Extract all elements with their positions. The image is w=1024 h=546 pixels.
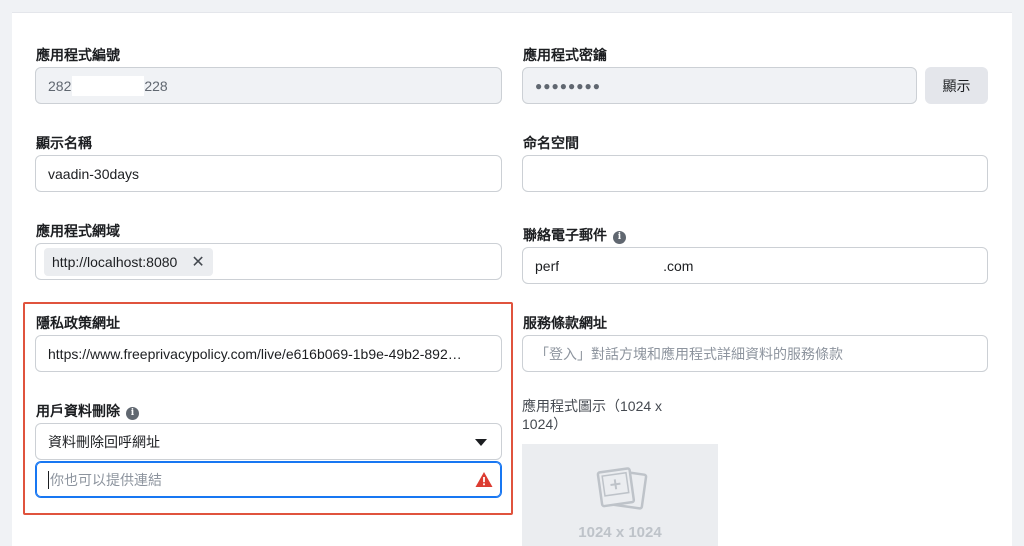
domain-chip: http://localhost:8080 ✕ xyxy=(44,247,213,276)
data-deletion-selected: 資料刪除回呼網址 xyxy=(48,433,160,450)
privacy-url-label: 隱私政策網址 xyxy=(36,315,120,331)
app-icon-upload[interactable]: 1024 x 1024 xyxy=(522,444,718,546)
show-secret-button[interactable]: 顯示 xyxy=(925,67,988,104)
app-domains-label: 應用程式網域 xyxy=(36,223,120,239)
namespace-label: 命名空間 xyxy=(523,135,579,151)
app-id-label: 應用程式編號 xyxy=(36,47,120,63)
app-domains-input[interactable]: http://localhost:8080 ✕ xyxy=(35,243,502,280)
image-placeholder-icon xyxy=(596,467,648,510)
terms-url-input[interactable]: 「登入」對話方塊和應用程式詳細資料的服務條款 xyxy=(522,335,988,372)
app-secret-label: 應用程式密鑰 xyxy=(523,47,607,63)
data-deletion-label-text: 用戶資料刪除 xyxy=(36,403,120,419)
redaction-mask xyxy=(72,75,145,96)
chevron-down-icon xyxy=(475,439,487,446)
display-name-label: 顯示名稱 xyxy=(36,135,92,151)
data-deletion-url-input[interactable]: 你也可以提供連結 xyxy=(35,461,502,498)
app-id-field: 282 228 xyxy=(35,67,502,104)
terms-url-label: 服務條款網址 xyxy=(523,315,607,331)
app-icon-size-text: 1024 x 1024 xyxy=(578,524,662,541)
info-icon[interactable]: i xyxy=(613,230,626,244)
data-deletion-select[interactable]: 資料刪除回呼網址 xyxy=(35,423,502,460)
namespace-input[interactable] xyxy=(522,155,988,192)
contact-email-label-text: 聯絡電子郵件 xyxy=(523,227,607,243)
app-id-value-suffix: 228 xyxy=(144,77,168,94)
domain-chip-label: http://localhost:8080 xyxy=(52,253,178,270)
data-deletion-label: 用戶資料刪除 i xyxy=(36,401,139,421)
contact-email-value-prefix: perf xyxy=(535,257,560,274)
close-icon[interactable]: ✕ xyxy=(191,252,204,272)
info-icon[interactable]: i xyxy=(126,406,139,420)
contact-email-input[interactable]: perf .com xyxy=(522,247,988,284)
text-caret xyxy=(48,470,49,489)
warning-icon xyxy=(475,471,493,491)
redaction-mask xyxy=(559,255,664,276)
display-name-input[interactable]: vaadin-30days xyxy=(35,155,502,192)
app-secret-field: ●●●●●●●● xyxy=(522,67,917,104)
app-icon-label-line2: 1024） xyxy=(522,416,568,432)
app-icon-label: 應用程式圖示（1024 x 1024） xyxy=(522,397,662,433)
app-icon-label-line1: 應用程式圖示（1024 x xyxy=(522,398,663,414)
contact-email-value-suffix: .com xyxy=(663,257,694,274)
data-deletion-url-placeholder: 你也可以提供連結 xyxy=(50,471,162,488)
privacy-url-input[interactable]: https://www.freeprivacypolicy.com/live/e… xyxy=(35,335,502,372)
app-id-value-prefix: 282 xyxy=(48,77,72,94)
contact-email-label: 聯絡電子郵件 i xyxy=(523,225,626,245)
